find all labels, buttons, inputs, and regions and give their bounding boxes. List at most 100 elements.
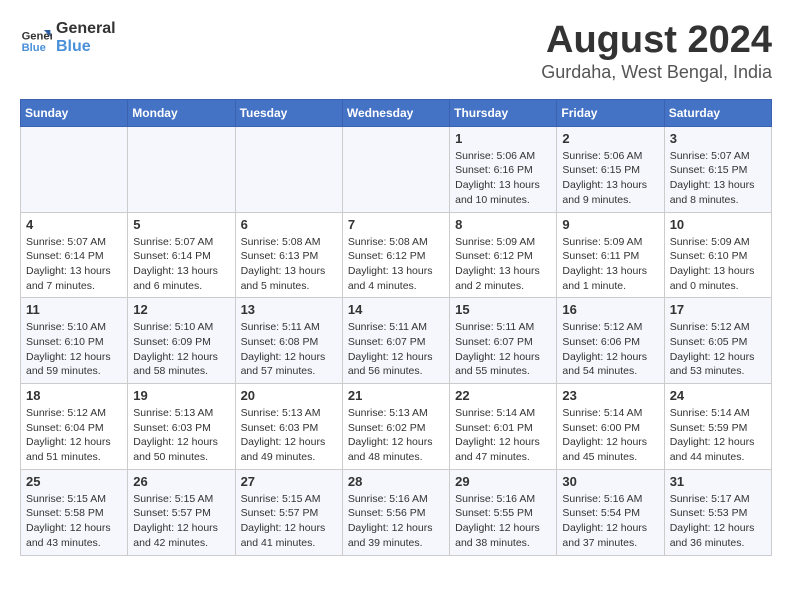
day-number: 19 xyxy=(133,388,229,403)
day-number: 23 xyxy=(562,388,658,403)
calendar-cell: 29 Sunrise: 5:16 AMSunset: 5:55 PMDayligh… xyxy=(450,469,557,555)
day-number: 18 xyxy=(26,388,122,403)
weekday-header: Saturday xyxy=(664,99,771,126)
calendar-cell: 14 Sunrise: 5:11 AMSunset: 6:07 PMDayligh… xyxy=(342,298,449,384)
day-info: Sunrise: 5:15 AMSunset: 5:57 PMDaylight:… xyxy=(241,492,337,551)
title-block: August 2024 Gurdaha, West Bengal, India xyxy=(541,20,772,83)
calendar-cell: 24 Sunrise: 5:14 AMSunset: 5:59 PMDayligh… xyxy=(664,384,771,470)
day-number: 10 xyxy=(670,217,766,232)
day-number: 4 xyxy=(26,217,122,232)
day-info: Sunrise: 5:13 AMSunset: 6:03 PMDaylight:… xyxy=(133,406,229,465)
day-number: 26 xyxy=(133,474,229,489)
day-number: 22 xyxy=(455,388,551,403)
calendar-cell xyxy=(21,126,128,212)
calendar-table: SundayMondayTuesdayWednesdayThursdayFrid… xyxy=(20,99,772,556)
day-info: Sunrise: 5:11 AMSunset: 6:08 PMDaylight:… xyxy=(241,320,337,379)
calendar-cell: 17 Sunrise: 5:12 AMSunset: 6:05 PMDayligh… xyxy=(664,298,771,384)
calendar-cell: 3 Sunrise: 5:07 AMSunset: 6:15 PMDaylight… xyxy=(664,126,771,212)
day-number: 2 xyxy=(562,131,658,146)
day-info: Sunrise: 5:17 AMSunset: 5:53 PMDaylight:… xyxy=(670,492,766,551)
day-number: 29 xyxy=(455,474,551,489)
day-number: 14 xyxy=(348,302,444,317)
calendar-cell: 4 Sunrise: 5:07 AMSunset: 6:14 PMDaylight… xyxy=(21,212,128,298)
day-info: Sunrise: 5:07 AMSunset: 6:14 PMDaylight:… xyxy=(133,235,229,294)
calendar-cell: 26 Sunrise: 5:15 AMSunset: 5:57 PMDayligh… xyxy=(128,469,235,555)
calendar-cell: 31Sunrise: 5:17 AMSunset: 5:53 PMDayligh… xyxy=(664,469,771,555)
calendar-cell: 7 Sunrise: 5:08 AMSunset: 6:12 PMDaylight… xyxy=(342,212,449,298)
day-info: Sunrise: 5:06 AMSunset: 6:15 PMDaylight:… xyxy=(562,149,658,208)
calendar-cell xyxy=(235,126,342,212)
day-info: Sunrise: 5:16 AMSunset: 5:56 PMDaylight:… xyxy=(348,492,444,551)
day-info: Sunrise: 5:13 AMSunset: 6:03 PMDaylight:… xyxy=(241,406,337,465)
calendar-cell xyxy=(342,126,449,212)
logo-general: General xyxy=(56,20,116,38)
day-info: Sunrise: 5:11 AMSunset: 6:07 PMDaylight:… xyxy=(455,320,551,379)
day-info: Sunrise: 5:09 AMSunset: 6:11 PMDaylight:… xyxy=(562,235,658,294)
header-row: SundayMondayTuesdayWednesdayThursdayFrid… xyxy=(21,99,772,126)
calendar-cell: 13 Sunrise: 5:11 AMSunset: 6:08 PMDayligh… xyxy=(235,298,342,384)
calendar-header: SundayMondayTuesdayWednesdayThursdayFrid… xyxy=(21,99,772,126)
day-number: 1 xyxy=(455,131,551,146)
day-info: Sunrise: 5:15 AMSunset: 5:57 PMDaylight:… xyxy=(133,492,229,551)
day-info: Sunrise: 5:15 AMSunset: 5:58 PMDaylight:… xyxy=(26,492,122,551)
weekday-header: Thursday xyxy=(450,99,557,126)
day-info: Sunrise: 5:08 AMSunset: 6:12 PMDaylight:… xyxy=(348,235,444,294)
day-number: 9 xyxy=(562,217,658,232)
calendar-cell: 1 Sunrise: 5:06 AMSunset: 6:16 PMDaylight… xyxy=(450,126,557,212)
page-title: August 2024 xyxy=(541,20,772,62)
calendar-cell: 16Sunrise: 5:12 AMSunset: 6:06 PMDayligh… xyxy=(557,298,664,384)
calendar-body: 1 Sunrise: 5:06 AMSunset: 6:16 PMDaylight… xyxy=(21,126,772,555)
calendar-week-row: 25Sunrise: 5:15 AMSunset: 5:58 PMDayligh… xyxy=(21,469,772,555)
day-info: Sunrise: 5:12 AMSunset: 6:04 PMDaylight:… xyxy=(26,406,122,465)
day-info: Sunrise: 5:14 AMSunset: 5:59 PMDaylight:… xyxy=(670,406,766,465)
calendar-cell: 11Sunrise: 5:10 AMSunset: 6:10 PMDayligh… xyxy=(21,298,128,384)
calendar-cell: 23 Sunrise: 5:14 AMSunset: 6:00 PMDayligh… xyxy=(557,384,664,470)
calendar-cell: 18 Sunrise: 5:12 AMSunset: 6:04 PMDayligh… xyxy=(21,384,128,470)
calendar-cell: 19 Sunrise: 5:13 AMSunset: 6:03 PMDayligh… xyxy=(128,384,235,470)
day-number: 13 xyxy=(241,302,337,317)
day-number: 30 xyxy=(562,474,658,489)
day-number: 17 xyxy=(670,302,766,317)
calendar-week-row: 1 Sunrise: 5:06 AMSunset: 6:16 PMDaylight… xyxy=(21,126,772,212)
calendar-week-row: 4 Sunrise: 5:07 AMSunset: 6:14 PMDaylight… xyxy=(21,212,772,298)
calendar-cell: 9 Sunrise: 5:09 AMSunset: 6:11 PMDaylight… xyxy=(557,212,664,298)
day-number: 20 xyxy=(241,388,337,403)
calendar-cell: 21Sunrise: 5:13 AMSunset: 6:02 PMDayligh… xyxy=(342,384,449,470)
calendar-cell: 27 Sunrise: 5:15 AMSunset: 5:57 PMDayligh… xyxy=(235,469,342,555)
day-info: Sunrise: 5:13 AMSunset: 6:02 PMDaylight:… xyxy=(348,406,444,465)
day-info: Sunrise: 5:07 AMSunset: 6:14 PMDaylight:… xyxy=(26,235,122,294)
page-header: General Blue General Blue August 2024 Gu… xyxy=(20,20,772,83)
logo: General Blue General Blue xyxy=(20,20,116,55)
weekday-header: Monday xyxy=(128,99,235,126)
day-info: Sunrise: 5:16 AMSunset: 5:54 PMDaylight:… xyxy=(562,492,658,551)
day-info: Sunrise: 5:07 AMSunset: 6:15 PMDaylight:… xyxy=(670,149,766,208)
day-info: Sunrise: 5:16 AMSunset: 5:55 PMDaylight:… xyxy=(455,492,551,551)
day-number: 28 xyxy=(348,474,444,489)
weekday-header: Sunday xyxy=(21,99,128,126)
calendar-cell: 28 Sunrise: 5:16 AMSunset: 5:56 PMDayligh… xyxy=(342,469,449,555)
calendar-week-row: 18 Sunrise: 5:12 AMSunset: 6:04 PMDayligh… xyxy=(21,384,772,470)
day-number: 11 xyxy=(26,302,122,317)
calendar-cell: 10Sunrise: 5:09 AMSunset: 6:10 PMDayligh… xyxy=(664,212,771,298)
day-info: Sunrise: 5:06 AMSunset: 6:16 PMDaylight:… xyxy=(455,149,551,208)
calendar-cell: 2 Sunrise: 5:06 AMSunset: 6:15 PMDaylight… xyxy=(557,126,664,212)
day-number: 3 xyxy=(670,131,766,146)
day-info: Sunrise: 5:11 AMSunset: 6:07 PMDaylight:… xyxy=(348,320,444,379)
svg-text:Blue: Blue xyxy=(22,41,46,53)
page-subtitle: Gurdaha, West Bengal, India xyxy=(541,62,772,83)
day-number: 24 xyxy=(670,388,766,403)
weekday-header: Wednesday xyxy=(342,99,449,126)
day-number: 7 xyxy=(348,217,444,232)
calendar-cell: 5 Sunrise: 5:07 AMSunset: 6:14 PMDaylight… xyxy=(128,212,235,298)
day-info: Sunrise: 5:09 AMSunset: 6:12 PMDaylight:… xyxy=(455,235,551,294)
weekday-header: Tuesday xyxy=(235,99,342,126)
day-info: Sunrise: 5:12 AMSunset: 6:05 PMDaylight:… xyxy=(670,320,766,379)
day-number: 8 xyxy=(455,217,551,232)
day-number: 12 xyxy=(133,302,229,317)
weekday-header: Friday xyxy=(557,99,664,126)
day-number: 5 xyxy=(133,217,229,232)
day-number: 27 xyxy=(241,474,337,489)
day-info: Sunrise: 5:12 AMSunset: 6:06 PMDaylight:… xyxy=(562,320,658,379)
calendar-cell: 25Sunrise: 5:15 AMSunset: 5:58 PMDayligh… xyxy=(21,469,128,555)
day-info: Sunrise: 5:14 AMSunset: 6:00 PMDaylight:… xyxy=(562,406,658,465)
